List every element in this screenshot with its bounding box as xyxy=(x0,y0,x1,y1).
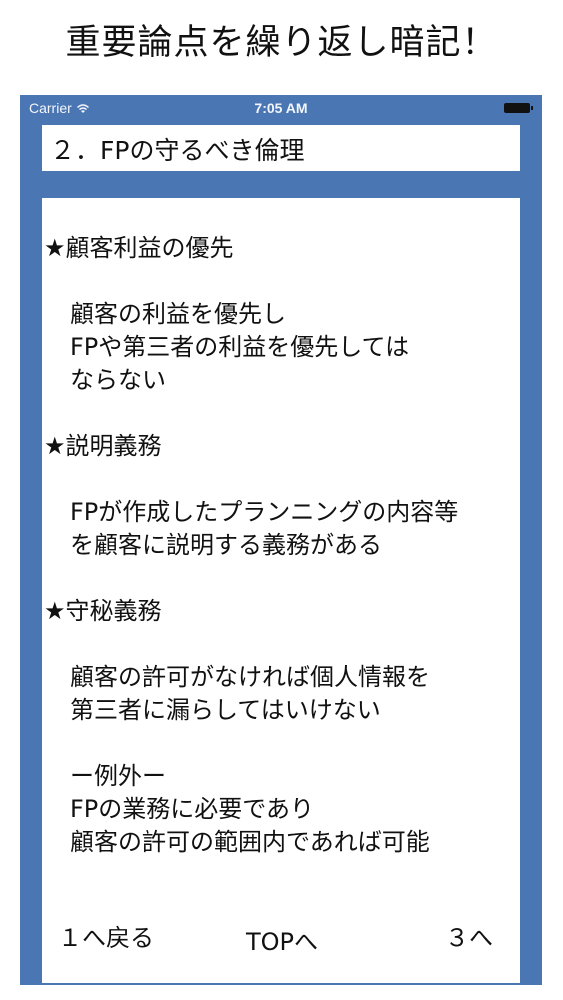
section-line: FPや第三者の利益を優先しては xyxy=(70,333,410,361)
section-line: 顧客の許可がなければ個人情報を xyxy=(70,663,430,691)
page-headline: 重要論点を繰り返し暗記！ xyxy=(65,23,498,63)
section-explanation-duty: ★説明義務 FPが作成したプランニングの内容等 を顧客に説明する義務がある xyxy=(44,430,520,562)
back-to-1-button[interactable]: １へ戻る xyxy=(42,917,170,959)
top-button[interactable]: TOPへ xyxy=(230,917,334,967)
section-heading: ★守秘義務 xyxy=(44,597,162,625)
section-heading: ★顧客利益の優先 xyxy=(44,234,234,262)
section-line: ならない xyxy=(70,366,166,394)
status-bar: Carrier 7:05 AM xyxy=(20,95,542,121)
content-panel: ★顧客利益の優先 顧客の利益を優先し FPや第三者の利益を優先しては ならない … xyxy=(42,198,520,983)
next-to-3-button[interactable]: ３へ xyxy=(418,917,520,959)
battery-icon xyxy=(504,103,534,113)
phone-screen: Carrier 7:05 AM ２．FPの守るべき倫理 ★顧客利益の優先 顧客の… xyxy=(20,95,542,985)
page-title: ２．FPの守るべき倫理 xyxy=(42,125,520,171)
section-line: FPが作成したプランニングの内容等 xyxy=(70,498,459,526)
section-line: を顧客に説明する義務がある xyxy=(70,531,382,559)
section-line: 顧客の利益を優先し xyxy=(70,300,286,328)
section-line: 顧客の許可の範囲内であれば可能 xyxy=(70,828,430,856)
page-title-text: ２．FPの守るべき倫理 xyxy=(50,136,305,165)
section-line: 第三者に漏らしてはいけない xyxy=(70,696,381,724)
section-confidentiality: ★守秘義務 顧客の許可がなければ個人情報を 第三者に漏らしてはいけない ー例外ー… xyxy=(44,595,520,859)
section-customer-interest: ★顧客利益の優先 顧客の利益を優先し FPや第三者の利益を優先しては ならない xyxy=(44,232,520,397)
status-time: 7:05 AM xyxy=(254,100,308,116)
section-heading: ★説明義務 xyxy=(44,432,162,460)
exception-label: ー例外ー xyxy=(70,762,166,790)
section-line: FPの業務に必要であり xyxy=(70,795,315,823)
